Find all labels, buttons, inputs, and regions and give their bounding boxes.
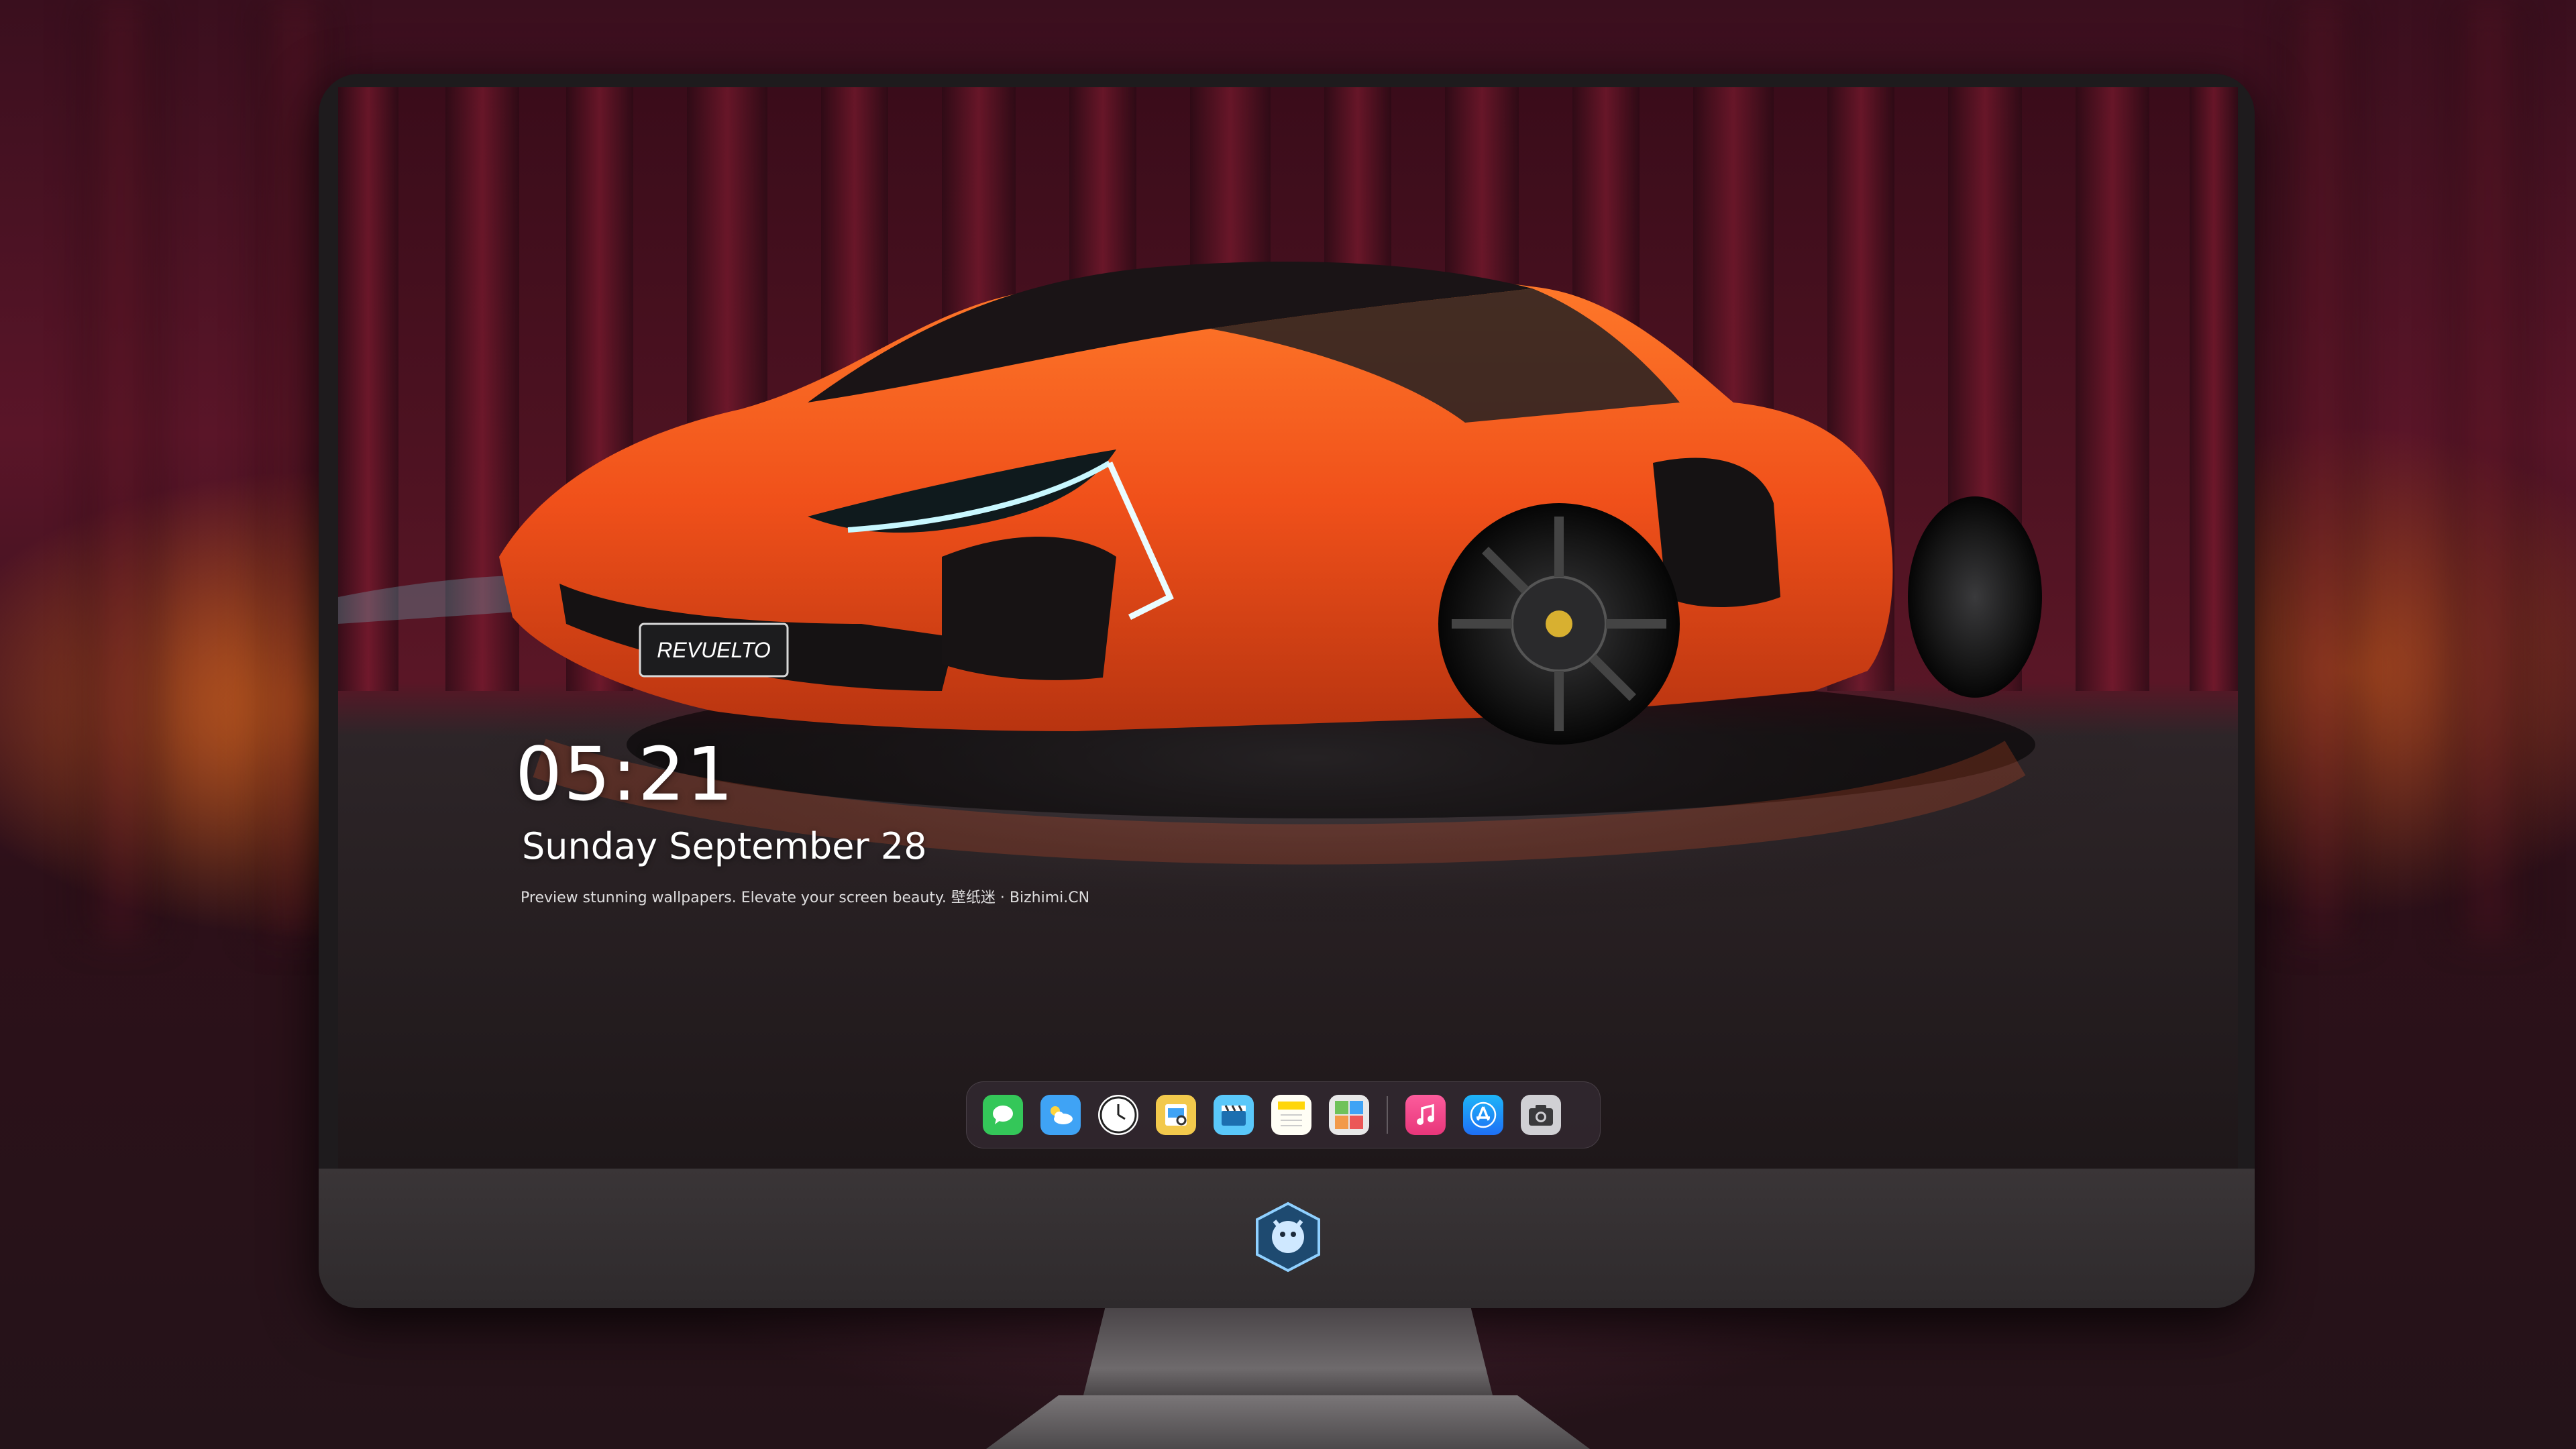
- preview-icon[interactable]: [1156, 1095, 1196, 1135]
- clips-icon[interactable]: [1214, 1095, 1254, 1135]
- monitor-stand-neck: [1080, 1308, 1496, 1409]
- notes-icon[interactable]: [1271, 1095, 1311, 1135]
- monitor-stand-base: [986, 1395, 1590, 1449]
- clock-icon[interactable]: [1098, 1095, 1138, 1135]
- screen: REVUELTO 05:21 Sunday September 28 Previ…: [338, 87, 2238, 1169]
- lock-screen-date: Sunday September 28: [522, 825, 927, 867]
- music-icon[interactable]: [1405, 1095, 1446, 1135]
- wallpaper-image: REVUELTO: [338, 87, 2238, 1169]
- screenshot-icon[interactable]: [1521, 1095, 1561, 1135]
- weather-icon[interactable]: [1040, 1095, 1081, 1135]
- brand-logo: [1252, 1201, 1324, 1273]
- photo-booth-icon[interactable]: [1329, 1095, 1369, 1135]
- wallpaper-tagline: Preview stunning wallpapers. Elevate you…: [521, 890, 1090, 906]
- app-store-icon[interactable]: [1463, 1095, 1503, 1135]
- messages-icon[interactable]: [983, 1095, 1023, 1135]
- lock-screen-time: 05:21: [515, 731, 735, 817]
- dock: [966, 1081, 1601, 1148]
- dock-separator: [1387, 1096, 1388, 1134]
- license-plate-text: REVUELTO: [657, 638, 771, 662]
